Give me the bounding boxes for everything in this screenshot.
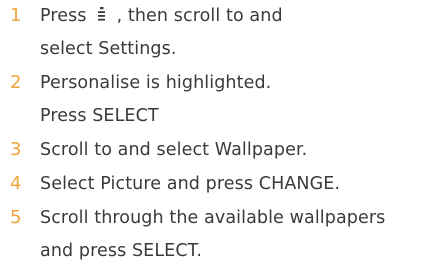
step-text-line-1: Select Picture and press CHANGE. (40, 174, 341, 194)
step-text-line-1: Personalise is highlighted. (40, 73, 272, 93)
step-text-before-icon: Press (40, 6, 87, 26)
step-text-after-icon: , then scroll to and (116, 6, 283, 26)
step-text-line-2: Press SELECT (40, 106, 159, 126)
menu-key-icon (97, 7, 107, 22)
step-number: 5 (10, 207, 22, 228)
step-number: 4 (10, 173, 22, 194)
step-number: 2 (10, 72, 22, 93)
step-number: 1 (10, 5, 22, 26)
step-text-line-1: Scroll through the available wallpapers (40, 208, 386, 228)
step-text-line-1: Press , then scroll to and (40, 0, 283, 32)
step-number: 3 (10, 139, 22, 160)
step-text-line-2: and press SELECT. (40, 241, 203, 261)
step-text-line-1: Scroll to and select Wallpaper. (40, 140, 308, 160)
step-text-line-2: select Settings. (40, 39, 177, 59)
